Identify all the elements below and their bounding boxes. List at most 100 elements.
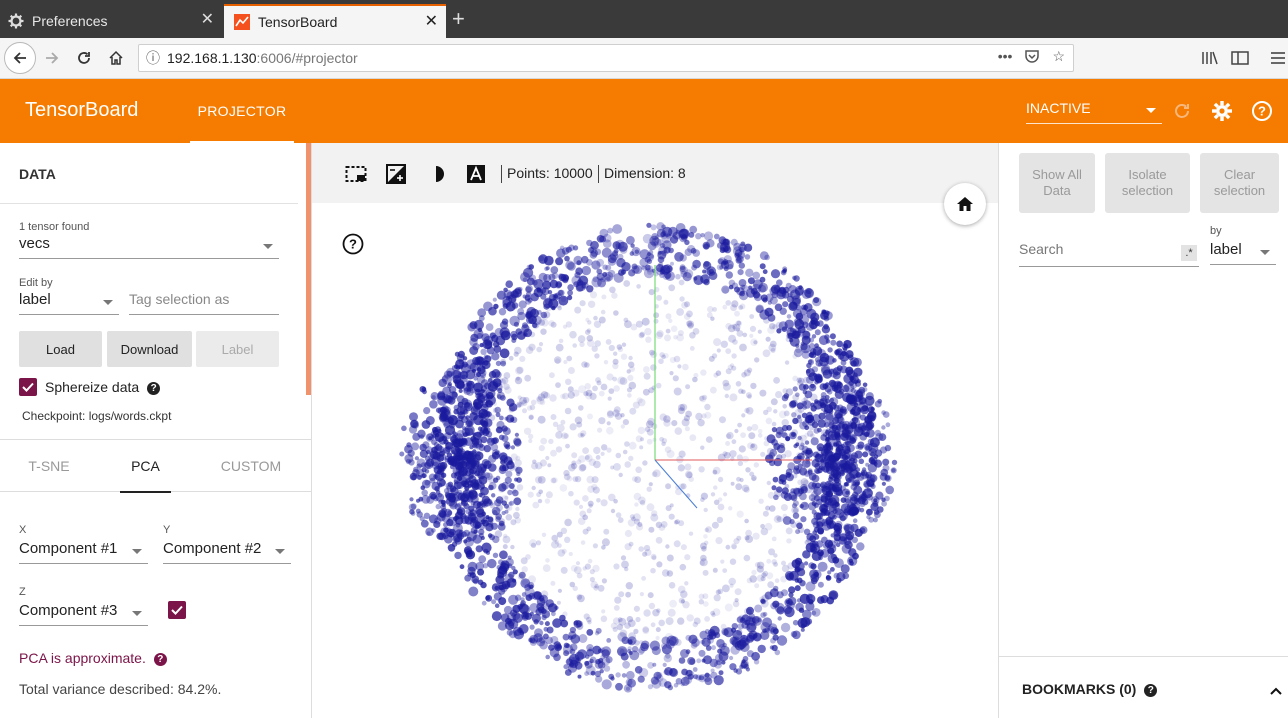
data-point xyxy=(612,617,621,625)
data-point xyxy=(547,290,553,295)
load-button[interactable]: Load xyxy=(19,331,102,367)
data-point xyxy=(836,365,843,372)
tag-selection-input[interactable]: Tag selection as xyxy=(129,291,279,315)
data-point xyxy=(539,287,547,294)
data-point xyxy=(480,484,485,489)
settings-icon[interactable] xyxy=(1210,99,1234,123)
back-icon[interactable] xyxy=(4,42,36,74)
data-point xyxy=(792,386,798,392)
data-point xyxy=(465,420,472,428)
z-component-value: Component #3 xyxy=(19,602,118,619)
refresh-icon[interactable] xyxy=(1170,99,1194,123)
data-point xyxy=(746,426,752,432)
help-icon[interactable]: ? xyxy=(1144,683,1158,697)
data-point xyxy=(646,503,655,512)
data-point xyxy=(577,335,586,343)
data-point xyxy=(751,423,759,431)
data-point xyxy=(819,481,827,489)
data-point xyxy=(564,518,572,527)
reset-view-home-button[interactable] xyxy=(944,183,986,225)
help-icon[interactable]: ? xyxy=(1250,99,1274,123)
show-all-data-button[interactable]: Show All Data xyxy=(1019,153,1095,213)
run-status-value: INACTIVE xyxy=(1026,100,1091,116)
bookmarks-panel[interactable]: BOOKMARKS (0)? xyxy=(999,656,1288,718)
data-point xyxy=(760,523,765,529)
data-point xyxy=(560,419,566,425)
page-actions-icon[interactable]: ••• xyxy=(998,48,1013,67)
new-tab-icon[interactable]: + xyxy=(452,8,465,30)
tab-pca[interactable]: PCA xyxy=(120,440,171,493)
library-icon[interactable] xyxy=(1196,44,1224,72)
data-point xyxy=(777,616,782,621)
run-status-dropdown[interactable]: INACTIVE xyxy=(1026,100,1162,124)
data-point xyxy=(770,398,778,406)
close-icon[interactable]: ✕ xyxy=(425,14,438,30)
sidebar-icon[interactable] xyxy=(1226,44,1254,72)
data-point xyxy=(744,407,750,414)
home-icon[interactable] xyxy=(102,44,130,72)
regex-toggle[interactable]: .* xyxy=(1181,245,1197,261)
data-point xyxy=(637,398,646,407)
sphereize-label: Sphereize data? xyxy=(45,379,161,395)
isolate-selection-button[interactable]: Isolate selection xyxy=(1105,153,1190,213)
data-point xyxy=(533,591,542,600)
scatter-plot-3d[interactable] xyxy=(312,203,998,718)
pocket-icon[interactable] xyxy=(1024,48,1040,67)
labels-toggle-icon[interactable] xyxy=(465,163,487,185)
data-point xyxy=(529,624,535,630)
data-point xyxy=(475,467,485,477)
info-icon[interactable]: ⓘ xyxy=(139,48,167,68)
data-point xyxy=(502,427,511,436)
data-point xyxy=(837,404,844,411)
close-icon[interactable]: ✕ xyxy=(201,12,214,28)
search-by-label: by xyxy=(1210,225,1222,237)
data-point xyxy=(658,678,668,687)
z-component-select[interactable]: Component #3 xyxy=(19,602,148,626)
browser-tab-tensorboard[interactable]: TensorBoard ✕ xyxy=(224,4,446,38)
data-point xyxy=(621,673,627,678)
app-brand[interactable]: TensorBoard xyxy=(25,99,138,122)
data-point xyxy=(586,285,594,293)
y-component-select[interactable]: Component #2 xyxy=(163,540,291,564)
contrast-icon[interactable] xyxy=(425,163,447,185)
data-point xyxy=(523,328,533,338)
chevron-up-icon[interactable] xyxy=(1269,683,1283,701)
x-component-select[interactable]: Component #1 xyxy=(19,540,148,564)
tab-custom[interactable]: CUSTOM xyxy=(211,440,291,492)
tensor-select[interactable]: vecs xyxy=(19,235,279,259)
reload-icon[interactable] xyxy=(70,44,98,72)
data-point xyxy=(856,542,865,551)
url-bar[interactable]: ⓘ 192.168.1.130:6006/#projector ••• ☆ xyxy=(138,44,1074,72)
z-enabled-checkbox[interactable] xyxy=(168,601,186,619)
edit-by-select[interactable]: label xyxy=(19,291,119,315)
search-by-select[interactable]: label xyxy=(1210,241,1276,265)
data-point xyxy=(594,670,602,678)
data-point xyxy=(852,518,858,523)
data-point xyxy=(832,501,841,510)
data-point xyxy=(555,282,562,289)
scrollbar-thumb[interactable] xyxy=(306,143,311,395)
search-input[interactable]: Search .* xyxy=(1019,241,1199,267)
help-icon[interactable]: ? xyxy=(147,381,161,395)
select-rectangle-icon[interactable] xyxy=(345,163,367,185)
data-point xyxy=(480,581,487,589)
menu-icon[interactable] xyxy=(1264,44,1288,72)
help-icon[interactable]: ? xyxy=(342,233,364,255)
tab-projector[interactable]: PROJECTOR xyxy=(190,79,294,143)
forward-icon[interactable] xyxy=(38,44,66,72)
browser-tab-preferences[interactable]: Preferences ✕ xyxy=(0,4,222,38)
night-mode-icon[interactable] xyxy=(385,163,407,185)
sphereize-checkbox[interactable] xyxy=(19,378,37,396)
data-point xyxy=(844,440,851,446)
help-icon[interactable]: ? xyxy=(153,652,167,666)
data-point xyxy=(475,431,483,438)
tab-tsne[interactable]: T-SNE xyxy=(19,440,79,492)
data-point xyxy=(744,243,753,252)
bookmark-star-icon[interactable]: ☆ xyxy=(1052,48,1065,67)
data-point xyxy=(656,294,662,301)
clear-selection-button[interactable]: Clear selection xyxy=(1200,153,1279,213)
label-button[interactable]: Label xyxy=(196,331,279,367)
data-point xyxy=(483,418,493,428)
data-point xyxy=(634,666,643,674)
download-button[interactable]: Download xyxy=(107,331,192,367)
